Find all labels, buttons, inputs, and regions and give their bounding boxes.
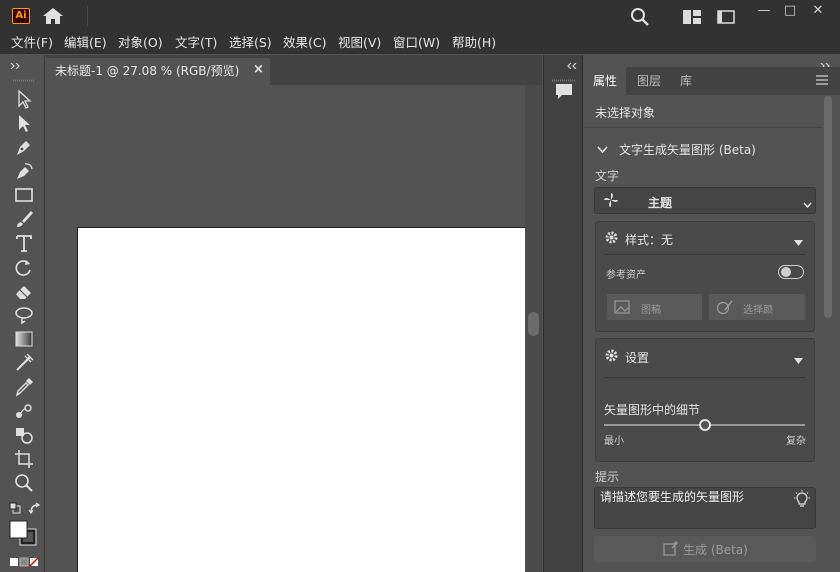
arrange-documents-icon[interactable] (683, 10, 701, 24)
menu-edit[interactable]: 编辑(E) (64, 33, 107, 53)
rotate-tool-icon[interactable] (13, 256, 35, 278)
document-tab-close-button[interactable]: × (253, 62, 264, 77)
menu-view[interactable]: 视图(V) (338, 33, 381, 53)
tools-grip[interactable] (13, 71, 35, 82)
prompt-input-text: 请描述您要生成的矢量图形 (600, 490, 745, 504)
pick-color-button-label: 选择颜 (743, 305, 773, 316)
collapse-panel-icon[interactable] (820, 58, 832, 70)
comments-icon[interactable] (554, 82, 574, 102)
menu-type[interactable]: 文字(T) (175, 33, 217, 53)
panel-menu-icon[interactable] (816, 74, 828, 85)
tab-layers[interactable]: 图层 (629, 67, 669, 95)
paintbrush-tool-icon[interactable] (13, 208, 35, 230)
collapsed-panel-dock (543, 55, 583, 572)
direct-selection-tool-icon[interactable] (13, 112, 35, 134)
shape-builder-tool-icon[interactable] (13, 424, 35, 446)
theme-select-value: 主题 (648, 196, 673, 210)
collapse-tools-icon[interactable] (10, 58, 22, 70)
swap-fill-stroke-icon[interactable] (28, 502, 42, 515)
panel-divider (584, 127, 822, 128)
expand-dock-icon[interactable] (566, 58, 578, 70)
default-fill-stroke-icon[interactable] (9, 502, 21, 514)
selection-tool-icon[interactable] (13, 88, 35, 110)
home-icon[interactable] (42, 7, 64, 25)
generate-icon (663, 541, 679, 557)
detail-slider-knob[interactable] (698, 419, 711, 431)
app-logo: Ai (12, 8, 30, 24)
image-icon (614, 300, 630, 314)
chevron-down-icon (803, 197, 812, 209)
detail-min-label: 最小 (604, 436, 624, 447)
gear-icon (604, 348, 619, 363)
lightbulb-icon[interactable] (793, 490, 811, 508)
gradient-tool-icon[interactable] (13, 328, 35, 350)
menu-help[interactable]: 帮助(H) (452, 33, 496, 53)
reference-assets-label: 参考资产 (606, 270, 646, 281)
eyedropper-tool-icon[interactable] (13, 376, 35, 398)
caret-down-icon[interactable] (794, 353, 803, 364)
close-button[interactable]: ✕ (804, 0, 832, 24)
detail-label: 矢量图形中的细节 (604, 403, 701, 417)
color-mode-icons[interactable] (10, 556, 40, 567)
title-bar (0, 0, 840, 32)
artboard-tool-icon[interactable] (13, 448, 35, 470)
rectangle-tool-icon[interactable] (13, 184, 35, 206)
title-separator (87, 6, 88, 26)
lasso-warp-tool-icon[interactable] (13, 304, 35, 326)
color-picker-icon (716, 299, 734, 315)
tab-properties[interactable]: 属性 (584, 67, 626, 95)
zoom-tool-icon[interactable] (13, 472, 35, 494)
caret-down-icon[interactable] (794, 235, 803, 246)
tab-libraries[interactable]: 库 (670, 67, 702, 95)
style-divider (604, 254, 805, 255)
menu-object[interactable]: 对象(O) (118, 33, 163, 53)
menu-window[interactable]: 窗口(W) (393, 33, 440, 53)
workspace-switcher-icon[interactable] (717, 10, 735, 24)
gear-icon (604, 230, 619, 245)
panel-scrollbar-thumb[interactable] (824, 96, 832, 318)
curvature-tool-icon[interactable] (13, 160, 35, 182)
menu-effect[interactable]: 效果(C) (283, 33, 326, 53)
minimize-button[interactable]: — (750, 0, 778, 24)
fill-stroke-swatch[interactable] (9, 520, 39, 548)
pinwheel-icon (603, 192, 619, 208)
search-icon[interactable] (630, 7, 650, 27)
mesh-tool-icon[interactable] (13, 352, 35, 374)
type-tool-icon[interactable] (13, 232, 35, 254)
canvas-scrollbar-thumb[interactable] (528, 312, 539, 336)
menu-select[interactable]: 选择(S) (229, 33, 272, 53)
menu-file[interactable]: 文件(F) (11, 33, 53, 53)
text-to-vector-section-title[interactable]: 文字生成矢量图形 (Beta) (619, 141, 756, 158)
eraser-tool-icon[interactable] (13, 280, 35, 302)
prompt-label: 提示 (595, 470, 620, 484)
artboard[interactable] (77, 227, 525, 572)
no-selection-label: 未选择对象 (595, 106, 656, 120)
settings-title[interactable]: 设置 (625, 349, 649, 366)
dock-grip[interactable] (552, 71, 576, 82)
detail-max-label: 复杂 (786, 436, 806, 447)
generate-button-label: 生成 (Beta) (683, 543, 748, 557)
pen-tool-icon[interactable] (13, 136, 35, 158)
pattern-button-label: 图稿 (641, 305, 661, 316)
chevron-down-icon[interactable] (597, 143, 608, 154)
theme-select[interactable] (594, 187, 816, 214)
maximize-button[interactable]: □ (776, 0, 804, 24)
text-label: 文字 (595, 169, 620, 183)
tab-strip-anchor (10, 58, 11, 59)
toggle-knob (781, 267, 791, 277)
blend-tool-icon[interactable] (13, 400, 35, 422)
document-tab-label: 未标题-1 @ 27.08 % (RGB/预览) (55, 64, 240, 78)
settings-divider (604, 377, 805, 378)
style-title[interactable]: 样式：无 (625, 231, 673, 248)
